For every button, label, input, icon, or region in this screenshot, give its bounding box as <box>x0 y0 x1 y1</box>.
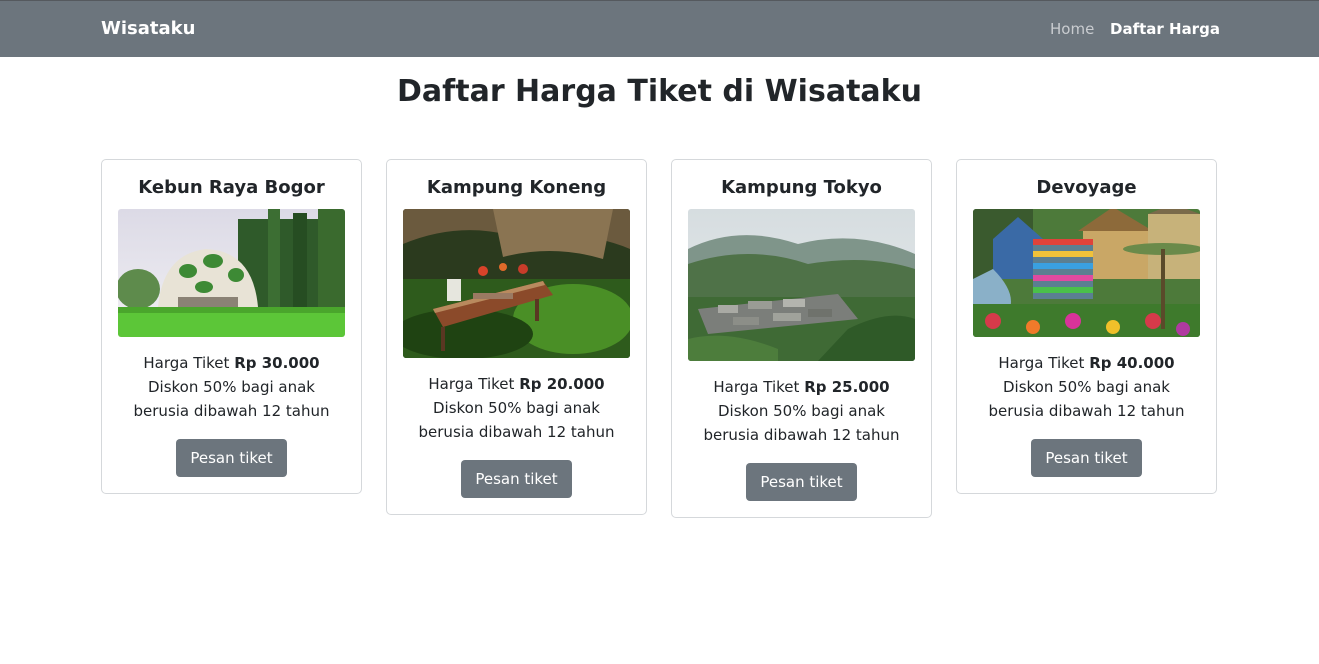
card-text: Harga Tiket Rp 30.000 Diskon 50% bagi an… <box>118 351 345 423</box>
price-label: Harga Tiket <box>143 354 230 372</box>
price-value: Rp 30.000 <box>234 354 320 372</box>
card-image-kebun-raya-bogor <box>118 209 345 337</box>
price-value: Rp 20.000 <box>519 375 605 393</box>
card-image-kampung-koneng <box>403 209 630 358</box>
order-ticket-button[interactable]: Pesan tiket <box>1031 439 1142 477</box>
nav-link-home[interactable]: Home <box>1050 20 1094 38</box>
card-title: Kampung Koneng <box>426 177 607 198</box>
card-image-kampung-tokyo <box>688 209 915 361</box>
ticket-card-kampung-tokyo: Kampung Tokyo Harga Tiket Rp 25.000 Disk… <box>671 159 932 518</box>
price-label: Harga Tiket <box>998 354 1085 372</box>
navbar: Wisataku Home Daftar Harga <box>0 0 1319 57</box>
card-title: Kebun Raya Bogor <box>138 177 325 198</box>
card-title: Devoyage <box>1036 177 1137 198</box>
ticket-card-kebun-raya-bogor: Kebun Raya Bogor Harga Tiket Rp 30.000 D… <box>101 159 362 494</box>
nav-link-daftar-harga[interactable]: Daftar Harga <box>1110 20 1220 38</box>
card-title: Kampung Tokyo <box>721 177 882 198</box>
order-ticket-button[interactable]: Pesan tiket <box>461 460 572 498</box>
card-image-devoyage <box>973 209 1200 337</box>
discount-text: Diskon 50% bagi anak berusia dibawah 12 … <box>988 378 1185 420</box>
ticket-card-devoyage: Devoyage Harga Tiket Rp 40.000 Diskon 50… <box>956 159 1217 494</box>
order-ticket-button[interactable]: Pesan tiket <box>176 439 287 477</box>
card-text: Harga Tiket Rp 20.000 Diskon 50% bagi an… <box>403 372 630 444</box>
price-label: Harga Tiket <box>713 378 800 396</box>
price-value: Rp 40.000 <box>1089 354 1175 372</box>
order-ticket-button[interactable]: Pesan tiket <box>746 463 857 501</box>
discount-text: Diskon 50% bagi anak berusia dibawah 12 … <box>418 399 615 441</box>
price-label: Harga Tiket <box>428 375 515 393</box>
brand-logo-link[interactable]: Wisataku <box>101 18 195 39</box>
card-text: Harga Tiket Rp 25.000 Diskon 50% bagi an… <box>688 375 915 447</box>
discount-text: Diskon 50% bagi anak berusia dibawah 12 … <box>133 378 330 420</box>
card-text: Harga Tiket Rp 40.000 Diskon 50% bagi an… <box>973 351 1200 423</box>
ticket-card-kampung-koneng: Kampung Koneng Harga Tiket Rp 20.000 Dis… <box>386 159 647 515</box>
page-title: Daftar Harga Tiket di Wisataku <box>397 74 922 109</box>
price-value: Rp 25.000 <box>804 378 890 396</box>
discount-text: Diskon 50% bagi anak berusia dibawah 12 … <box>703 402 900 444</box>
